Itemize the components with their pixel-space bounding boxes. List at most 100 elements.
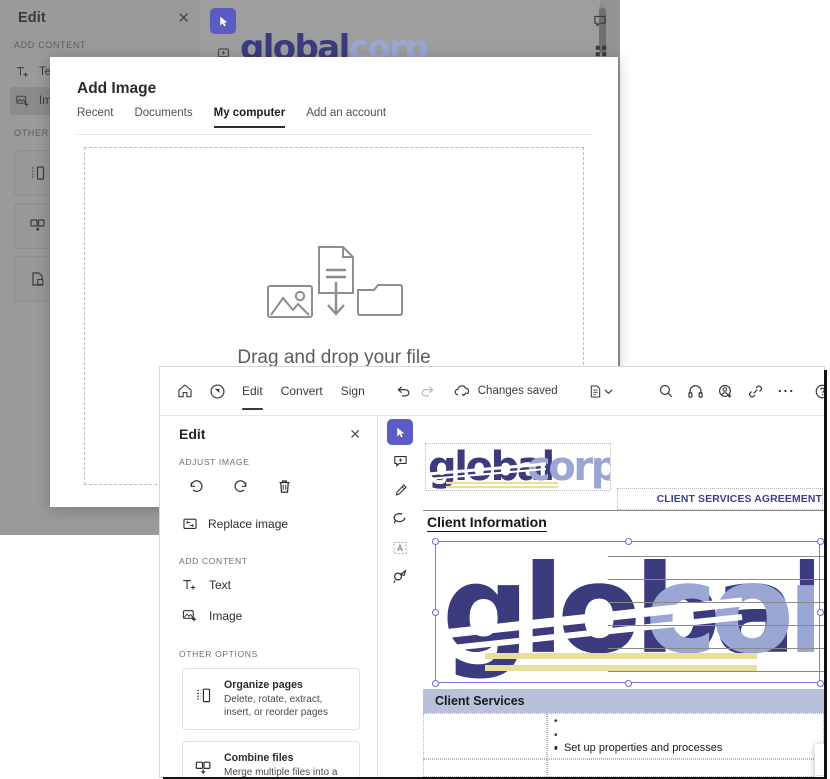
tab-documents[interactable]: Documents xyxy=(134,107,192,126)
resize-handle-n[interactable] xyxy=(625,538,632,545)
draw-pen-icon xyxy=(393,569,407,583)
background-panel-header: Edit ✕ xyxy=(18,6,190,30)
chat-bubble-icon[interactable] xyxy=(593,14,608,29)
tool-cursor-select[interactable] xyxy=(387,419,413,445)
resize-handle-ne[interactable] xyxy=(817,538,824,545)
card-combine-files-text: Combine files Merge multiple files into … xyxy=(224,752,337,777)
resize-handle-e[interactable] xyxy=(817,609,824,616)
delete-icon[interactable] xyxy=(276,478,293,495)
tabs-divider xyxy=(77,134,592,135)
apps-grid-icon[interactable] xyxy=(594,44,608,58)
headphones-icon[interactable] xyxy=(687,367,704,416)
highlighter-icon xyxy=(395,483,407,496)
card-organize-pages[interactable]: Organize pages Delete, rotate, extract, … xyxy=(182,668,360,731)
help-icon[interactable] xyxy=(814,367,824,416)
card-combine-files-desc: Merge multiple files into a xyxy=(224,767,338,777)
menu-convert[interactable]: Convert xyxy=(272,367,332,416)
card-organize-pages-desc: Delete, rotate, extract, insert, or reor… xyxy=(224,694,328,719)
menu-sign[interactable]: Sign xyxy=(332,367,374,416)
home-icon[interactable] xyxy=(177,367,193,416)
edit-panel-title: Edit xyxy=(179,426,206,442)
background-section-add-content: ADD CONTENT xyxy=(14,40,87,50)
dropzone-title: Drag and drop your file xyxy=(237,346,431,368)
close-icon[interactable]: ✕ xyxy=(349,427,361,441)
combine-files-icon xyxy=(194,759,213,777)
table-header-label: Client Services xyxy=(435,694,525,708)
add-image-label: Image xyxy=(209,609,243,623)
screenshot-root: globalcorp Edit ✕ ADD CONTENT Text Image… xyxy=(0,0,830,779)
background-panel-title: Edit xyxy=(18,10,46,26)
card-organize-pages-title: Organize pages xyxy=(224,679,303,691)
cursor-select-icon xyxy=(396,427,404,437)
tool-highlighter[interactable] xyxy=(387,477,413,503)
resize-handle-se[interactable] xyxy=(817,680,824,687)
edit-panel: Edit ✕ ADJUST IMAGE Replace image ADD CO… xyxy=(160,416,378,777)
folder-icon xyxy=(356,283,403,316)
replace-image-icon xyxy=(182,516,198,532)
more-options-icon[interactable] xyxy=(777,367,794,416)
doc-rule-2 xyxy=(608,579,824,580)
tab-add-an-account[interactable]: Add an account xyxy=(306,107,386,126)
redo-icon[interactable] xyxy=(419,367,436,416)
replace-image-button[interactable]: Replace image xyxy=(182,516,288,532)
undo-icon[interactable] xyxy=(395,367,412,416)
selected-image-bounds[interactable]: global corp xyxy=(432,538,824,687)
image-add-icon xyxy=(16,95,29,107)
logo-large-graphic: global corp xyxy=(442,544,814,680)
tab-recent[interactable]: Recent xyxy=(77,107,113,126)
resize-handle-w[interactable] xyxy=(432,609,439,616)
resize-handle-sw[interactable] xyxy=(432,680,439,687)
save-status-label: Changes saved xyxy=(477,385,558,397)
card-organize-pages-text: Organize pages Delete, rotate, extract, … xyxy=(224,679,350,719)
card-combine-files-title: Combine files xyxy=(224,752,294,764)
replace-image-label: Replace image xyxy=(208,517,289,531)
adjust-image-actions xyxy=(188,478,293,495)
lasso-erase-icon xyxy=(393,512,406,524)
table-cell-1 xyxy=(423,713,547,759)
resize-handle-nw[interactable] xyxy=(432,538,439,545)
section-adjust-image: ADJUST IMAGE xyxy=(179,457,250,467)
add-image-button[interactable]: Image xyxy=(182,608,242,624)
add-text-label: Text xyxy=(209,578,232,592)
text-add-icon xyxy=(16,67,28,77)
section-add-content: ADD CONTENT xyxy=(179,556,248,566)
tool-draw-pen[interactable] xyxy=(387,564,413,590)
tool-add-comment[interactable] xyxy=(387,448,413,474)
page-thumbnail-icon[interactable] xyxy=(588,367,603,416)
table-cell-4 xyxy=(547,759,824,777)
cloud-check-icon xyxy=(454,383,471,400)
add-text-button[interactable]: Text xyxy=(182,577,231,593)
table-header-client-services: Client Services xyxy=(423,689,824,713)
image-add-icon xyxy=(182,608,199,624)
doc-rule-6 xyxy=(608,671,824,672)
table-bullet-label: Set up properties and processes xyxy=(563,742,723,754)
close-icon[interactable]: ✕ xyxy=(177,11,190,26)
rotate-left-icon[interactable] xyxy=(188,478,205,495)
resize-handle-s[interactable] xyxy=(625,680,632,687)
search-icon[interactable] xyxy=(658,367,674,416)
dropzone-illustration xyxy=(264,245,405,321)
link-icon[interactable] xyxy=(747,367,764,416)
table-bullet-2: • xyxy=(554,730,558,741)
rotate-right-icon[interactable] xyxy=(232,478,249,495)
doc-rule-1 xyxy=(608,556,824,557)
logo-small-container[interactable]: global corp xyxy=(425,443,611,491)
add-person-icon[interactable] xyxy=(717,367,734,416)
logo-small-graphic: global corp xyxy=(427,444,610,490)
image-icon xyxy=(266,284,313,318)
context-menu-select-all[interactable]: Select all xyxy=(815,776,824,777)
menu-edit[interactable]: Edit xyxy=(233,367,272,416)
doc-rule-3 xyxy=(608,602,824,603)
tool-lasso-erase[interactable] xyxy=(387,506,413,532)
card-combine-files[interactable]: Combine files Merge multiple files into … xyxy=(182,741,360,777)
tool-text-select[interactable] xyxy=(387,535,413,561)
edit-panel-header: Edit ✕ xyxy=(179,426,361,442)
view-mode-icon[interactable] xyxy=(209,367,226,416)
organize-pages-icon xyxy=(194,686,213,705)
chevron-down-icon[interactable] xyxy=(603,367,614,416)
combine-files-icon xyxy=(30,219,45,231)
annotation-tool-rail xyxy=(386,419,414,590)
app-toolbar: Edit Convert Sign Changes saved xyxy=(160,367,824,416)
background-cursor-select-icon[interactable] xyxy=(210,8,236,34)
tab-my-computer[interactable]: My computer xyxy=(213,107,286,128)
